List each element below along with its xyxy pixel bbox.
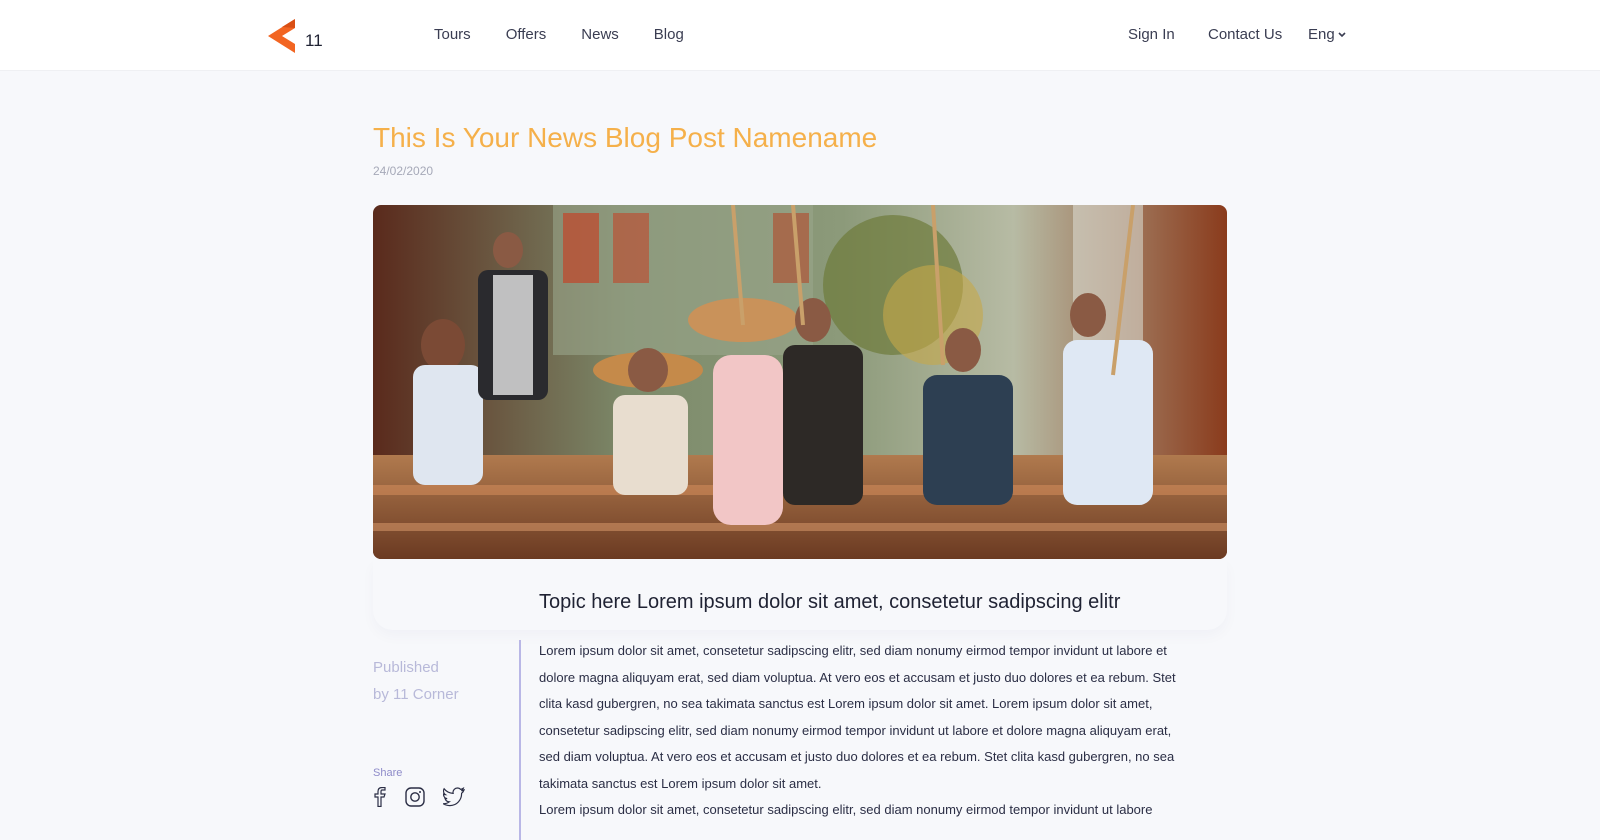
author-label: by 11 Corner [373, 686, 459, 703]
post-hero-image [373, 205, 1227, 559]
share-label: Share [373, 767, 403, 779]
nav-item-tours[interactable]: Tours [434, 26, 471, 43]
sign-in-link[interactable]: Sign In [1128, 26, 1175, 43]
logo-chevron-icon [268, 19, 295, 53]
post-date: 24/02/2020 [373, 164, 434, 178]
post-meta: Published by 11 Corner [373, 654, 459, 708]
content-divider [519, 640, 521, 840]
facebook-icon[interactable] [373, 786, 387, 812]
post-paragraph: Lorem ipsum dolor sit amet, consetetur s… [539, 643, 1176, 791]
contact-us-link[interactable]: Contact Us [1208, 26, 1282, 43]
share-icons [373, 786, 466, 812]
main-nav: Tours Offers News Blog [434, 26, 719, 43]
nav-item-blog[interactable]: Blog [654, 26, 684, 43]
published-label: Published [373, 659, 439, 676]
nav-item-offers[interactable]: Offers [506, 26, 547, 43]
brand-logo[interactable]: 11 [268, 19, 338, 53]
chevron-down-icon [1338, 31, 1346, 37]
top-navigation-bar: 11 Tours Offers News Blog Sign In Contac… [0, 0, 1600, 70]
language-label: Eng [1308, 26, 1335, 43]
post-body: Lorem ipsum dolor sit amet, consetetur s… [539, 638, 1179, 824]
post-title: This Is Your News Blog Post Namename [373, 122, 878, 153]
post-paragraph: Lorem ipsum dolor sit amet, consetetur s… [539, 802, 1153, 817]
instagram-icon[interactable] [405, 787, 425, 812]
twitter-icon[interactable] [442, 786, 466, 812]
nav-item-news[interactable]: News [581, 26, 619, 43]
brand-name: 11 [305, 31, 323, 50]
language-selector[interactable]: Eng [1308, 26, 1346, 43]
post-topic: Topic here Lorem ipsum dolor sit amet, c… [539, 591, 1121, 613]
